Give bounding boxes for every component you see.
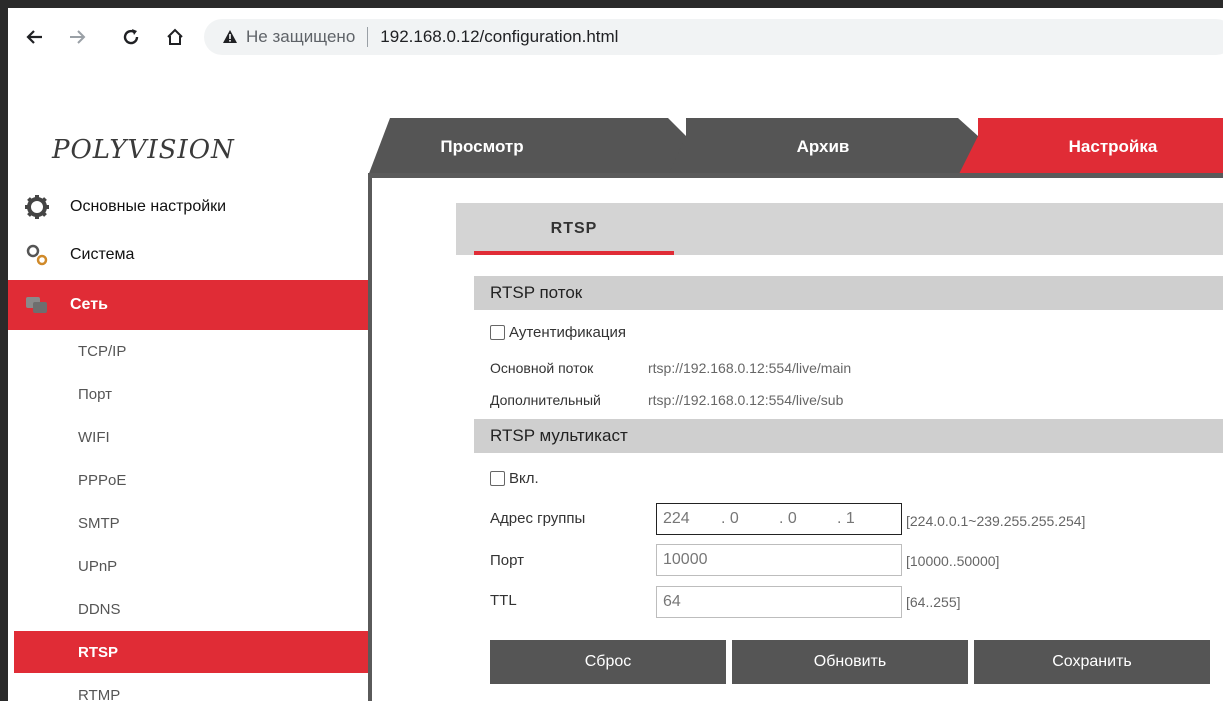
- subtab-active-indicator: [474, 251, 674, 255]
- back-button[interactable]: [20, 22, 50, 52]
- warning-icon: [223, 30, 237, 43]
- auth-checkbox-row[interactable]: Аутентификация: [490, 324, 626, 341]
- security-status: Не защищено: [246, 27, 356, 46]
- arrow-left-icon: [26, 30, 42, 44]
- tab-view-label: Просмотр: [440, 137, 524, 156]
- section-rtsp-stream-heading: RTSP поток: [474, 276, 1223, 310]
- multicast-enable-label: Вкл.: [509, 470, 539, 487]
- ttl-input[interactable]: 64: [656, 586, 902, 618]
- address-bar[interactable]: Не защищено 192.168.0.12/configuration.h…: [204, 19, 1223, 55]
- reload-icon: [123, 29, 139, 45]
- main-stream-label: Основной поток: [490, 360, 594, 376]
- ip-octet-2[interactable]: . 0: [721, 510, 779, 528]
- tab-archive-label: Архив: [796, 137, 850, 156]
- url-text: 192.168.0.12/configuration.html: [380, 27, 619, 46]
- ttl-range: [64..255]: [906, 594, 961, 610]
- subtab-rtsp[interactable]: RTSP: [474, 203, 674, 255]
- content-border-top: [368, 173, 1223, 178]
- sidebar-item-basic-settings[interactable]: Основные настройки: [8, 182, 370, 232]
- browser-toolbar: Не защищено 192.168.0.12/configuration.h…: [8, 8, 1223, 68]
- group-address-input[interactable]: 224 . 0 . 0 . 1: [656, 503, 902, 535]
- tab-settings-label: Настройка: [1068, 137, 1158, 156]
- forward-button[interactable]: [62, 22, 92, 52]
- address-separator: [367, 27, 369, 47]
- section-rtsp-multicast-heading: RTSP мультикаст: [474, 419, 1223, 453]
- sidebar-item-upnp[interactable]: UPnP: [14, 545, 370, 587]
- sidebar-item-label: Основные настройки: [70, 198, 227, 215]
- multicast-enable-row[interactable]: Вкл.: [490, 470, 539, 487]
- sub-stream-label: Дополнительный: [490, 392, 601, 408]
- reset-button[interactable]: Сброс: [490, 640, 726, 684]
- auth-checkbox-label: Аутентификация: [509, 324, 626, 341]
- home-icon: [167, 28, 183, 45]
- group-address-range: [224.0.0.1~239.255.255.254]: [906, 513, 1086, 529]
- content-border-left: [368, 173, 372, 701]
- sub-stream-url: rtsp://192.168.0.12:554/live/sub: [648, 392, 844, 408]
- browser-chrome: Не защищено 192.168.0.12/configuration.h…: [8, 8, 1223, 106]
- group-address-label: Адрес группы: [490, 510, 586, 527]
- auth-checkbox[interactable]: [490, 325, 505, 340]
- sidebar-item-label: Сеть: [70, 296, 108, 313]
- brand-logo: POLYVISION: [52, 135, 235, 165]
- port-range: [10000..50000]: [906, 553, 1000, 569]
- main-tabs: Просмотр Архив Настройка: [368, 118, 1223, 176]
- multicast-enable-checkbox[interactable]: [490, 471, 505, 486]
- tab-archive[interactable]: Архив: [668, 118, 978, 176]
- ip-octet-1[interactable]: 224: [663, 510, 721, 528]
- port-label: Порт: [490, 552, 525, 569]
- sidebar-item-wifi[interactable]: WIFI: [14, 416, 370, 458]
- sidebar-item-port[interactable]: Порт: [14, 373, 370, 415]
- tab-shape: [368, 118, 686, 176]
- tab-settings[interactable]: Настройка: [958, 118, 1223, 176]
- ip-octet-4[interactable]: . 1: [837, 510, 895, 528]
- sidebar-item-pppoe[interactable]: PPPoE: [14, 459, 370, 501]
- home-button[interactable]: [160, 22, 190, 52]
- sidebar-item-label: Система: [70, 246, 135, 263]
- sidebar-item-rtsp[interactable]: RTSP: [14, 631, 370, 673]
- sidebar-item-system[interactable]: Система: [8, 230, 370, 280]
- main-stream-url: rtsp://192.168.0.12:554/live/main: [648, 360, 852, 376]
- sidebar-item-smtp[interactable]: SMTP: [14, 502, 370, 544]
- ip-octet-3[interactable]: . 0: [779, 510, 837, 528]
- ttl-label: TTL: [490, 592, 517, 609]
- tab-view[interactable]: Просмотр: [368, 118, 686, 176]
- port-input[interactable]: 10000: [656, 544, 902, 576]
- reload-button[interactable]: [116, 22, 146, 52]
- network-icon: [22, 294, 52, 316]
- browser-window: Не защищено 192.168.0.12/configuration.h…: [8, 8, 1223, 701]
- subtab-bar: RTSP: [456, 203, 1223, 255]
- arrow-right-icon: [70, 30, 86, 44]
- save-button[interactable]: Сохранить: [974, 640, 1210, 684]
- gears-icon: [22, 242, 52, 268]
- sidebar-item-tcpip[interactable]: TCP/IP: [14, 330, 370, 372]
- sidebar-item-network[interactable]: Сеть: [8, 280, 370, 330]
- sidebar-item-rtmp[interactable]: RTMP: [14, 674, 370, 701]
- sidebar-item-ddns[interactable]: DDNS: [14, 588, 370, 630]
- sidebar: Основные настройки Система Сеть TCP/IP П…: [8, 180, 370, 701]
- gear-icon: [22, 194, 52, 220]
- refresh-button[interactable]: Обновить: [732, 640, 968, 684]
